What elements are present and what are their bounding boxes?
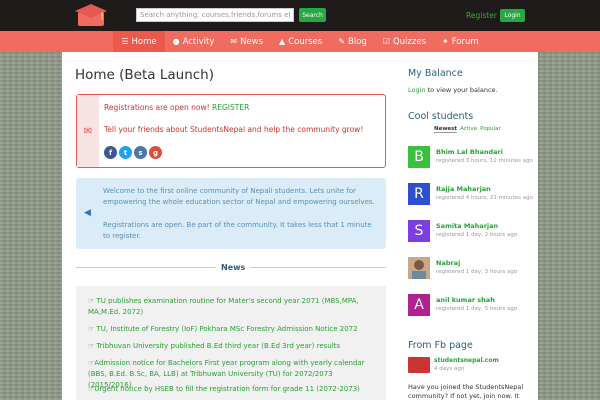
nav-blog[interactable]: ✎ Blog	[330, 31, 375, 52]
avatar[interactable]: S	[408, 220, 430, 242]
fb-post-date: 4 days ago	[434, 366, 465, 372]
balance-heading: My Balance	[408, 68, 463, 79]
student-registered: registered 1 day, 3 hours ago	[436, 269, 518, 275]
balance-text: Login to view your balance.	[408, 86, 498, 94]
envelope-icon: ✉	[230, 37, 238, 46]
student-name[interactable]: Nabraj	[436, 259, 460, 267]
student-name[interactable]: Rajja Maharjan	[436, 185, 491, 193]
news-item[interactable]: ☞ Tribhuvan University published B.Ed th…	[88, 341, 378, 352]
registration-alert: ✉ Registrations are open now! REGISTER T…	[76, 94, 386, 168]
balance-login-link[interactable]: Login	[408, 86, 426, 94]
alert-prefix: Registrations are open now!	[104, 103, 210, 112]
users-icon: ●	[172, 37, 180, 46]
nav-activity-label: Activity	[182, 36, 215, 47]
share-buttons: f t s g	[104, 146, 162, 159]
share-icon[interactable]: s	[134, 146, 147, 159]
fb-page-avatar[interactable]	[408, 357, 430, 373]
student-item[interactable]: R Rajja Maharjan registered 4 hours, 21 …	[408, 183, 538, 205]
student-registered: registered 1 day, 5 hours ago	[436, 306, 518, 312]
student-registered: registered 1 day, 2 hours ago	[436, 232, 518, 238]
envelope-icon: ✉	[77, 95, 99, 167]
student-registered: registered 4 hours, 21 minutes ago	[436, 195, 533, 201]
nav-quizzes[interactable]: ☑ Quizzes	[375, 31, 434, 52]
student-item[interactable]: S Samita Maharjan registered 1 day, 2 ho…	[408, 220, 538, 242]
avatar-photo[interactable]	[408, 257, 430, 279]
student-item[interactable]: B Bhim Lal Bhandari registered 3 hours, …	[408, 146, 538, 168]
student-item[interactable]: A anil kumar shah registered 1 day, 5 ho…	[408, 294, 538, 316]
nav-activity[interactable]: ● Activity	[165, 31, 223, 52]
tab-active[interactable]: Active	[460, 126, 477, 133]
google-plus-icon[interactable]: g	[149, 146, 162, 159]
news-item[interactable]: ☞Urgent notice by HSEB to fill the regis…	[88, 384, 378, 395]
welcome-info-box: ◀ Welcome to the first online community …	[76, 178, 386, 249]
fb-heading: From Fb page	[408, 340, 473, 351]
comments-icon: ✦	[442, 37, 449, 46]
search-input[interactable]	[136, 8, 294, 22]
megaphone-icon: ◀	[84, 208, 91, 218]
student-registered: registered 3 hours, 12 minutes ago	[436, 158, 533, 164]
nav-courses-label: Courses	[288, 36, 323, 47]
main-navbar: ☰ Home ● Activity ✉ News ▲ Courses ✎ Blo…	[0, 31, 600, 52]
twitter-icon[interactable]: t	[119, 146, 132, 159]
alert-register-link[interactable]: REGISTER	[212, 103, 249, 112]
avatar[interactable]: B	[408, 146, 430, 168]
registration-text: Registrations are open. Be part of the c…	[103, 221, 372, 240]
cool-students-heading: Cool students	[408, 111, 474, 122]
graduation-cap-icon: ▲	[279, 37, 286, 46]
news-item[interactable]: ☞ TU, Institute of Forestry (IoF) Pokhar…	[88, 324, 378, 335]
divider	[76, 267, 216, 268]
balance-message: to view your balance.	[427, 86, 498, 94]
register-link[interactable]: Register	[466, 11, 497, 20]
alert-share-text: Tell your friends about StudentsNepal an…	[104, 125, 364, 134]
avatar[interactable]: R	[408, 183, 430, 205]
alert-registration-text: Registrations are open now! REGISTER	[104, 103, 249, 112]
student-name[interactable]: anil kumar shah	[436, 296, 495, 304]
tab-popular[interactable]: Popular	[480, 126, 501, 133]
search-button[interactable]: Search	[299, 8, 326, 22]
nav-quizzes-label: Quizzes	[392, 36, 427, 47]
student-item[interactable]: Nabraj registered 1 day, 3 hours ago	[408, 257, 538, 279]
students-tabs: Newest Active Popular	[434, 126, 501, 133]
nav-home[interactable]: ☰ Home	[113, 31, 165, 52]
nav-forum-label: Forum	[451, 36, 479, 47]
avatar[interactable]: A	[408, 294, 430, 316]
rss-icon: ✎	[338, 37, 346, 46]
page-title: Home (Beta Launch)	[75, 67, 215, 83]
graduation-cap-logo[interactable]	[74, 2, 108, 29]
nav-courses[interactable]: ▲ Courses	[271, 31, 330, 52]
nav-forum[interactable]: ✦ Forum	[434, 31, 487, 52]
fb-page-name[interactable]: studentsnepal.com	[434, 357, 499, 364]
nav-blog-label: Blog	[348, 36, 367, 47]
login-button[interactable]: Login	[500, 9, 525, 22]
fb-post-text: Have you joined the StudentsNepal commun…	[408, 383, 524, 400]
divider	[250, 267, 386, 268]
student-name[interactable]: Bhim Lal Bhandari	[436, 148, 503, 156]
check-square-icon: ☑	[382, 37, 390, 46]
news-item[interactable]: ☞ TU publishes examination routine for M…	[88, 296, 378, 318]
student-name[interactable]: Samita Maharjan	[436, 222, 498, 230]
home-icon: ☰	[121, 37, 129, 46]
news-heading: News	[221, 263, 246, 272]
nav-news-label: News	[240, 36, 264, 47]
nav-home-label: Home	[131, 36, 157, 47]
tab-newest[interactable]: Newest	[434, 126, 458, 133]
welcome-text: Welcome to the first online community of…	[103, 187, 375, 206]
news-list: ☞ TU publishes examination routine for M…	[76, 286, 386, 400]
nav-news[interactable]: ✉ News	[222, 31, 271, 52]
facebook-icon[interactable]: f	[104, 146, 117, 159]
